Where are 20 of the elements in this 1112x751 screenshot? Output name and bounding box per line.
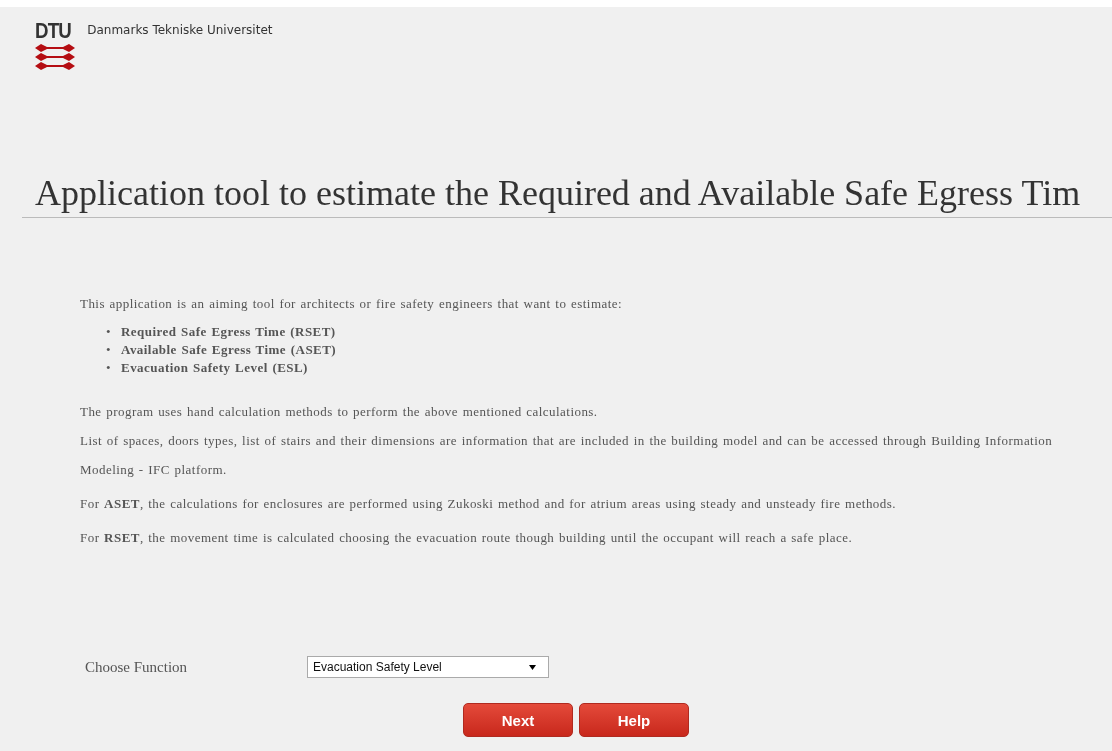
bullet-mark: • (106, 341, 111, 359)
logo-waves-icon (35, 44, 75, 70)
field-label: Choose Function (85, 658, 189, 676)
bullet-item: Available Safe Egress Time (ASET) (121, 341, 337, 359)
action-button[interactable]: Next (463, 703, 573, 737)
intro-text: This application is an aiming tool for architects or fire safety engineers that want to estimate: (80, 295, 624, 313)
logo-text: DTU (35, 21, 71, 41)
bullet-mark: • (106, 359, 111, 377)
bullet-item: Required Safe Egress Time (RSET) (121, 323, 336, 341)
paragraph: For ASET, the calculations for enclosures are performed using Zukoski method and for atrium areas using steady and unsteady fire methods. (80, 495, 897, 513)
paragraph: The program uses hand calculation methods to perform the above mentioned calculations. (80, 403, 599, 421)
action-button[interactable]: Help (579, 703, 689, 737)
page-title: Application tool to estimate the Required and Available Safe Egress Tim (35, 173, 1082, 213)
bullet-item: Evacuation Safety Level (ESL) (121, 359, 308, 377)
bullet-mark: • (106, 323, 111, 341)
paragraph: List of spaces, doors types, list of stairs and their dimensions are information that are included in the building model and can be accessed through Building Information Modeling - IFC platform. (80, 432, 1054, 479)
paragraph: For RSET, the movement time is calculated choosing the evacuation route though building until the occupant will reach a safe place. (80, 529, 854, 547)
function-select[interactable]: Evacuation Safety Level (307, 656, 549, 678)
university-name: Danmarks Tekniske Universitet (87, 23, 273, 37)
caret-icon (529, 664, 536, 670)
